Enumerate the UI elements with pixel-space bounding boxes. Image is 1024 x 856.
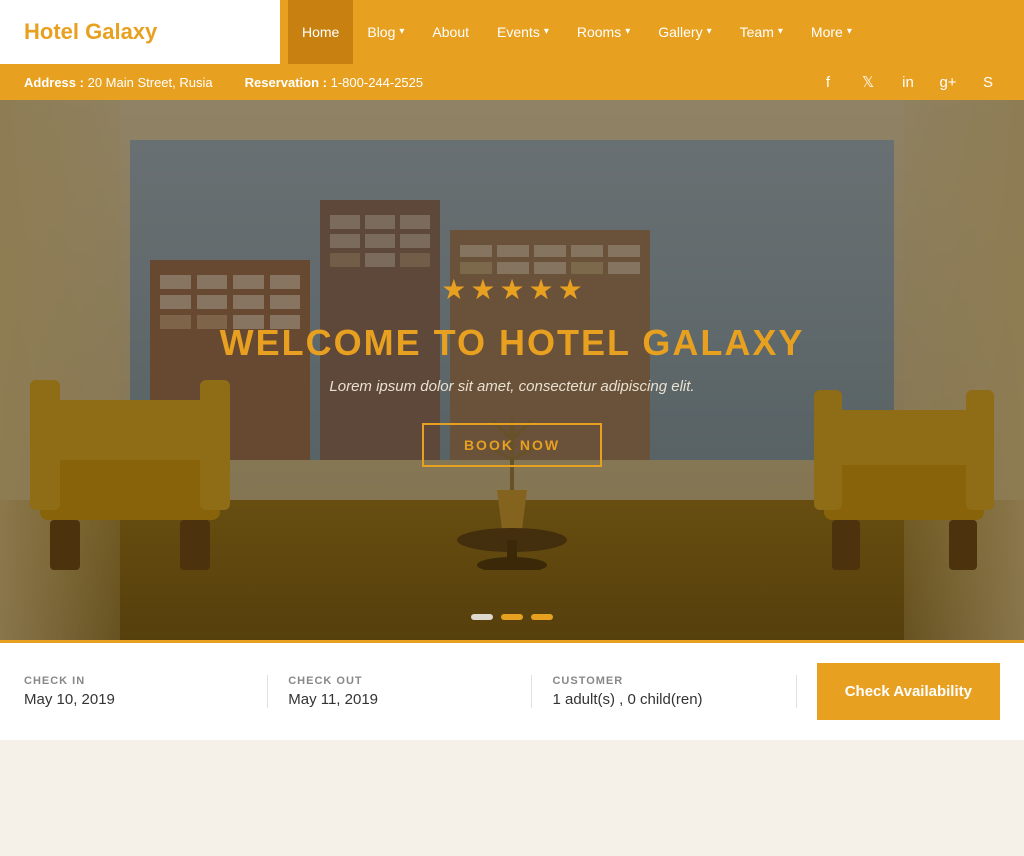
check-in-field[interactable]: CHECK IN May 10, 2019: [24, 675, 268, 708]
chevron-down-icon: ▾: [847, 0, 852, 64]
check-in-value: May 10, 2019: [24, 691, 247, 708]
nav-item-more[interactable]: More ▾: [797, 0, 866, 64]
info-bar: Address : 20 Main Street, Rusia Reservat…: [0, 64, 1024, 100]
nav-item-gallery[interactable]: Gallery ▾: [644, 0, 725, 64]
star-4: ★: [529, 273, 554, 306]
hero-section: ★ ★ ★ ★ ★ WELCOME TO HOTEL GALAXY Lorem …: [0, 100, 1024, 640]
check-out-field[interactable]: CHECK OUT May 11, 2019: [268, 675, 532, 708]
skype-icon[interactable]: S: [976, 70, 1000, 94]
hero-title: WELCOME TO HOTEL GALAXY: [220, 322, 805, 364]
social-links: f 𝕏 in g+ S: [816, 70, 1000, 94]
check-availability-button[interactable]: Check Availability: [817, 663, 1000, 720]
chevron-down-icon: ▾: [399, 0, 404, 64]
star-3: ★: [499, 273, 524, 306]
star-2: ★: [470, 273, 495, 306]
slider-dot-3[interactable]: [531, 614, 553, 620]
book-now-button[interactable]: BOOK NOW: [422, 423, 602, 467]
booking-bar: CHECK IN May 10, 2019 CHECK OUT May 11, …: [0, 640, 1024, 740]
page-footer: [0, 740, 1024, 776]
twitter-icon[interactable]: 𝕏: [856, 70, 880, 94]
address-info: Address : 20 Main Street, Rusia: [24, 75, 213, 90]
nav-item-blog[interactable]: Blog ▾: [353, 0, 418, 64]
hero-content: ★ ★ ★ ★ ★ WELCOME TO HOTEL GALAXY Lorem …: [0, 100, 1024, 640]
star-1: ★: [441, 273, 466, 306]
chevron-down-icon: ▾: [778, 0, 783, 64]
linkedin-icon[interactable]: in: [896, 70, 920, 94]
reservation-info: Reservation : 1-800-244-2525: [245, 75, 424, 90]
logo-area: Hotel Galaxy: [0, 0, 280, 64]
facebook-icon[interactable]: f: [816, 70, 840, 94]
chevron-down-icon: ▾: [544, 0, 549, 64]
slider-dots: [471, 614, 553, 620]
check-out-label: CHECK OUT: [288, 675, 511, 687]
customer-field[interactable]: CUSTOMER 1 adult(s) , 0 child(ren): [532, 675, 796, 708]
customer-label: CUSTOMER: [552, 675, 775, 687]
hero-title-brand: HOTEL GALAXY: [499, 322, 804, 363]
slider-dot-1[interactable]: [471, 614, 493, 620]
check-in-label: CHECK IN: [24, 675, 247, 687]
customer-value: 1 adult(s) , 0 child(ren): [552, 691, 775, 708]
nav-item-team[interactable]: Team ▾: [726, 0, 797, 64]
googleplus-icon[interactable]: g+: [936, 70, 960, 94]
logo[interactable]: Hotel Galaxy: [24, 19, 157, 45]
nav-item-home[interactable]: Home: [288, 0, 353, 64]
star-5: ★: [558, 273, 583, 306]
check-out-value: May 11, 2019: [288, 691, 511, 708]
nav-item-rooms[interactable]: Rooms ▾: [563, 0, 644, 64]
nav-item-events[interactable]: Events ▾: [483, 0, 563, 64]
contact-info: Address : 20 Main Street, Rusia Reservat…: [24, 75, 423, 90]
nav-item-about[interactable]: About: [418, 0, 483, 64]
star-rating: ★ ★ ★ ★ ★: [441, 273, 583, 306]
header: Hotel Galaxy Home Blog ▾ About Events ▾ …: [0, 0, 1024, 64]
hero-subtitle: Lorem ipsum dolor sit amet, consectetur …: [329, 378, 694, 395]
chevron-down-icon: ▾: [625, 0, 630, 64]
main-nav: Home Blog ▾ About Events ▾ Rooms ▾ Galle…: [280, 0, 1024, 64]
hero-title-prefix: WELCOME TO: [220, 322, 499, 363]
chevron-down-icon: ▾: [707, 0, 712, 64]
slider-dot-2[interactable]: [501, 614, 523, 620]
